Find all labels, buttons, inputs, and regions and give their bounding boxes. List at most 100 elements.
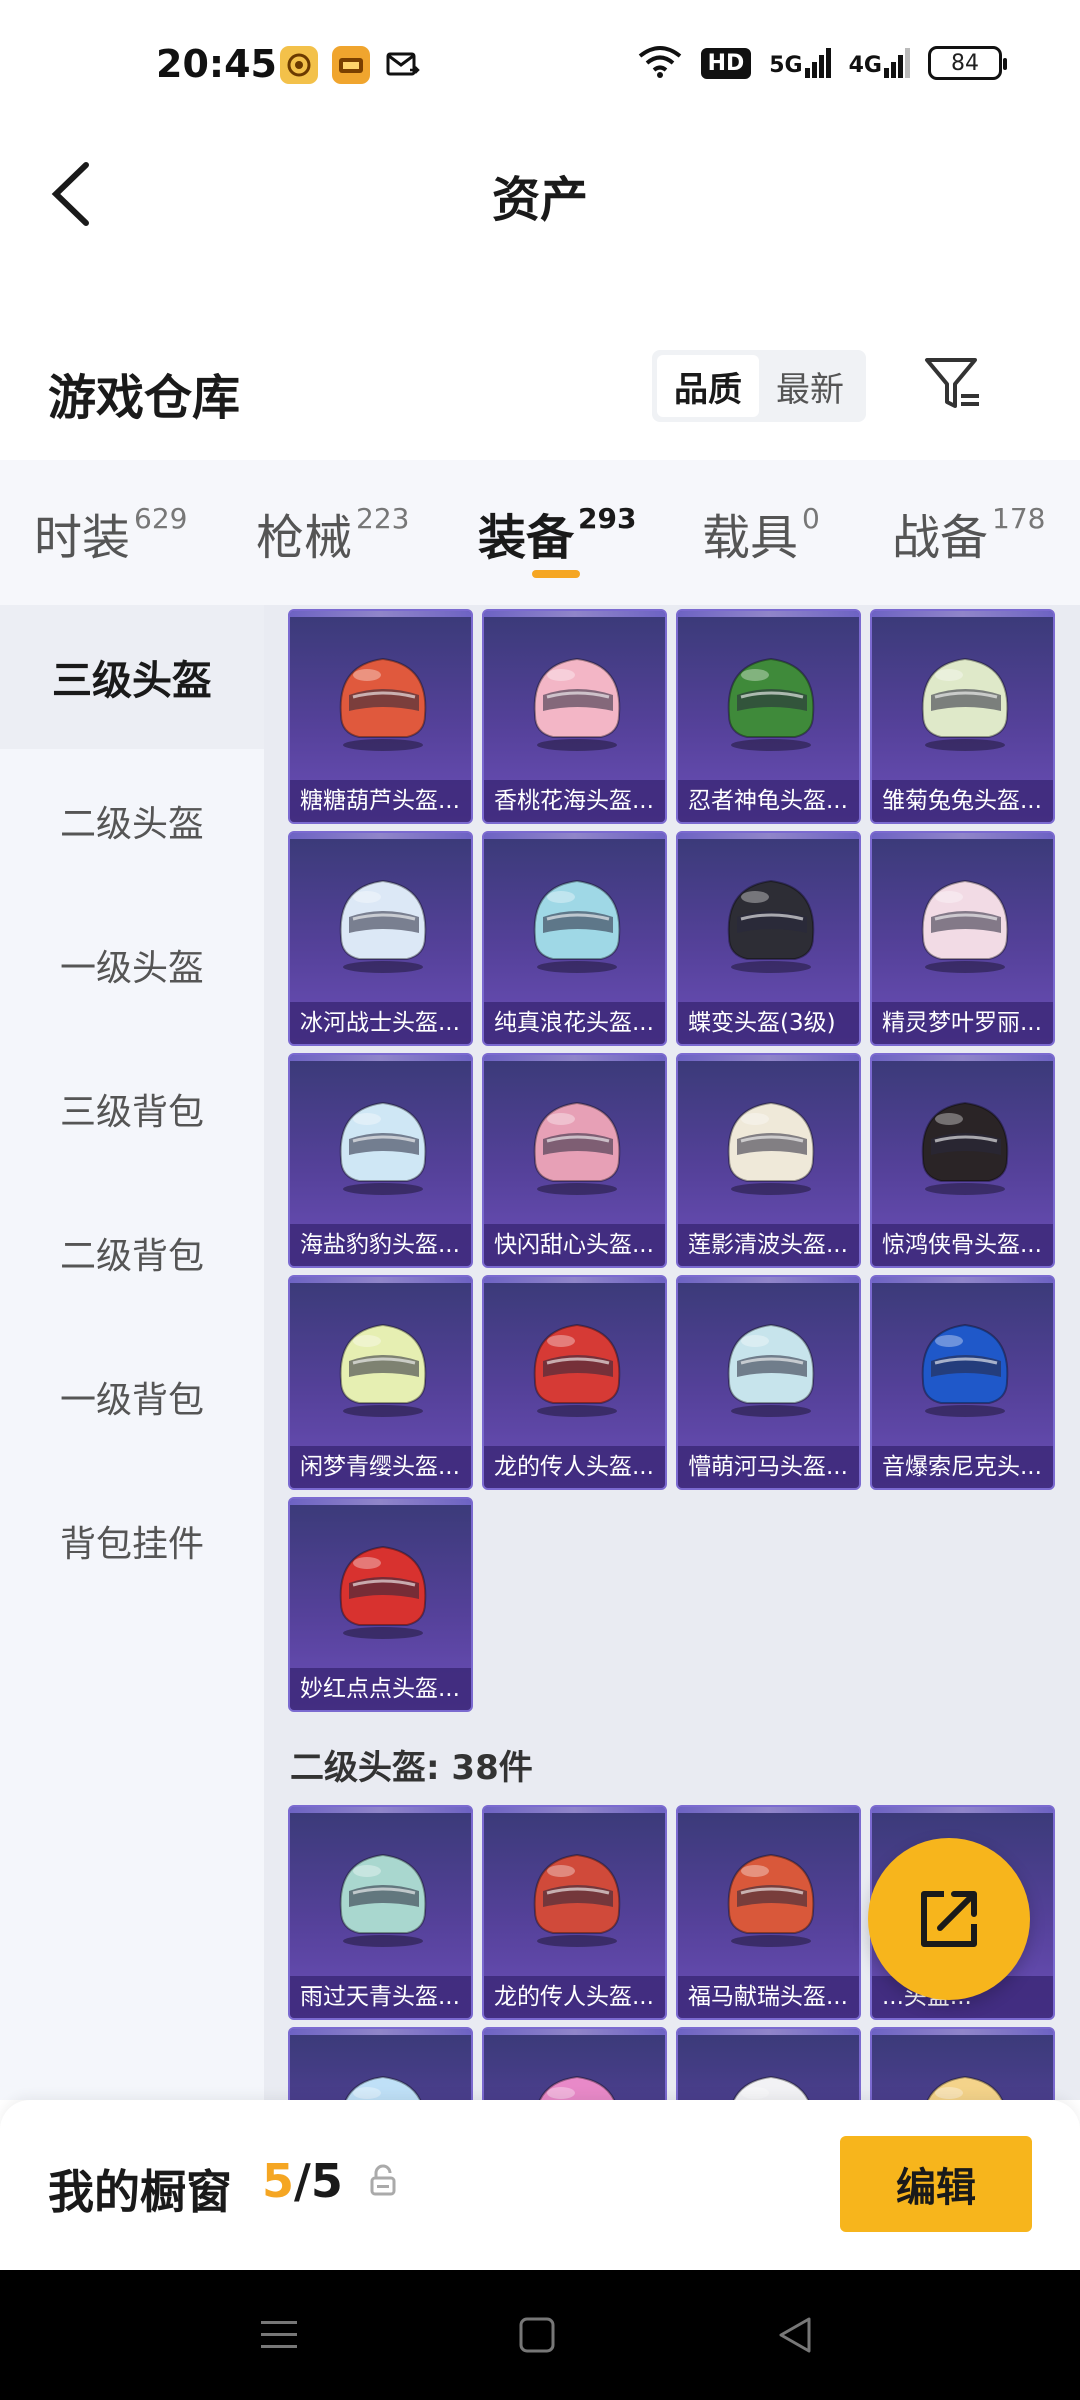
- item-name: 精灵梦叶罗丽...: [872, 1002, 1053, 1044]
- item-name: 妙红点点头盔...: [290, 1668, 471, 1710]
- helmet-icon: [533, 1101, 621, 1195]
- item-name: 雏菊兔兔头盔...: [872, 780, 1053, 822]
- helmet-icon: [538, 2075, 616, 2100]
- sidebar-item-lvl1-backpack[interactable]: 一级背包: [0, 1325, 264, 1469]
- battery-icon: 84: [928, 46, 1007, 80]
- filter-icon: [925, 358, 979, 408]
- message-icon: [384, 46, 422, 84]
- game-notification-icon: [332, 46, 370, 84]
- helmet-icon: [339, 1101, 427, 1195]
- item-card[interactable]: 忍者神龟头盔...: [676, 609, 861, 824]
- tab-supplies[interactable]: 战备 178: [892, 498, 1045, 568]
- signal-5g-icon: 5G: [769, 48, 831, 78]
- sort-by-quality[interactable]: 品质: [657, 355, 759, 417]
- item-name: 莲影清波头盔...: [678, 1224, 859, 1266]
- tab-vehicles[interactable]: 载具 0: [702, 498, 820, 568]
- warehouse-title: 游戏仓库: [48, 370, 241, 426]
- sidebar-item-lvl3-backpack[interactable]: 三级背包: [0, 1037, 264, 1181]
- item-card[interactable]: 雏菊兔兔头盔...: [870, 609, 1055, 824]
- item-name: 福马献瑞头盔...: [678, 1976, 859, 2018]
- item-card[interactable]: 惊鸿侠骨头盔...: [870, 1053, 1055, 1268]
- item-card[interactable]: 闲梦青缨头盔...: [288, 1275, 473, 1490]
- item-card[interactable]: 龙的传人头盔...: [482, 1805, 667, 2020]
- showcase-count: 5/5: [262, 2154, 343, 2208]
- top-header: 资产: [0, 130, 1080, 260]
- back-triangle-icon: [779, 2317, 811, 2353]
- item-card[interactable]: 快闪甜心头盔...: [482, 1053, 667, 1268]
- helmet-icon: [727, 1853, 815, 1947]
- item-card[interactable]: 海盐豹豹头盔...: [288, 1053, 473, 1268]
- item-card[interactable]: 雨过天青头盔...: [288, 1805, 473, 2020]
- item-card[interactable]: 莲影清波头盔...: [676, 1053, 861, 1268]
- item-card[interactable]: 纯真浪花头盔...: [482, 831, 667, 1046]
- showcase-bar: 我的橱窗 5/5 编辑: [0, 2100, 1080, 2270]
- helmet-icon: [727, 879, 815, 973]
- item-card[interactable]: 福马献瑞头盔...: [676, 1805, 861, 2020]
- item-card[interactable]: 糖糖葫芦头盔...: [288, 609, 473, 824]
- sidebar-item-lvl2-helmet[interactable]: 二级头盔: [0, 749, 264, 893]
- sidebar-item-backpack-charm[interactable]: 背包挂件: [0, 1469, 264, 1613]
- lock-icon: [370, 2164, 396, 2196]
- helmet-icon: [344, 2075, 422, 2100]
- share-export-icon: [921, 1891, 977, 1947]
- home-square-icon: [519, 2317, 555, 2353]
- sidebar-item-lvl3-helmet[interactable]: 三级头盔: [0, 605, 264, 749]
- tab-fashion[interactable]: 时装 629: [34, 498, 187, 568]
- showcase-title: 我的橱窗: [48, 2165, 232, 2219]
- item-name: 忍者神龟头盔...: [678, 780, 859, 822]
- helmet-icon: [533, 1853, 621, 1947]
- wifi-icon: [637, 44, 683, 82]
- item-card[interactable]: 懵萌河马头盔...: [676, 1275, 861, 1490]
- sort-toggle: 品质 最新: [652, 350, 866, 422]
- item-card[interactable]: 音爆索尼克头...: [870, 1275, 1055, 1490]
- sidebar-item-lvl1-helmet[interactable]: 一级头盔: [0, 893, 264, 1037]
- item-card[interactable]: [676, 2027, 861, 2100]
- helmet-icon: [339, 1545, 427, 1639]
- status-time: 20:45: [156, 42, 277, 86]
- item-name: 音爆索尼克头...: [872, 1446, 1053, 1488]
- item-name: 海盐豹豹头盔...: [290, 1224, 471, 1266]
- helmet-icon: [727, 1101, 815, 1195]
- tab-equipment[interactable]: 装备 293: [478, 498, 636, 568]
- helmet-icon: [533, 879, 621, 973]
- system-nav-bar: [0, 2270, 1080, 2400]
- page-title: 资产: [491, 172, 588, 228]
- filter-button[interactable]: [920, 352, 986, 418]
- menu-icon: [261, 2321, 297, 2348]
- back-nav-button[interactable]: [770, 2310, 820, 2360]
- item-card[interactable]: [482, 2027, 667, 2100]
- category-tabs: 时装 629 枪械 223 装备 293 载具 0 战备 178: [0, 460, 1080, 605]
- menu-nav-button[interactable]: [254, 2310, 304, 2360]
- item-card[interactable]: 蝶变头盔(3级): [676, 831, 861, 1046]
- helmet-icon: [533, 657, 621, 751]
- item-card[interactable]: 冰河战士头盔...: [288, 831, 473, 1046]
- edit-showcase-button[interactable]: 编辑: [840, 2136, 1032, 2232]
- section-label-lvl2-helmet: 二级头盔: 38件: [290, 1748, 533, 1788]
- item-card[interactable]: 龙的传人头盔...: [482, 1275, 667, 1490]
- home-nav-button[interactable]: [512, 2310, 562, 2360]
- item-name: 龙的传人头盔...: [484, 1976, 665, 2018]
- item-card[interactable]: [288, 2027, 473, 2100]
- tab-guns[interactable]: 枪械 223: [256, 498, 409, 568]
- helmet-icon: [727, 657, 815, 751]
- item-name: 纯真浪花头盔...: [484, 1002, 665, 1044]
- item-card[interactable]: 香桃花海头盔...: [482, 609, 667, 824]
- subcategory-sidebar: 三级头盔 二级头盔 一级头盔 三级背包 二级背包 一级背包 背包挂件: [0, 605, 264, 2100]
- helmet-icon: [921, 1101, 1009, 1195]
- hd-voice-icon: HD: [700, 47, 752, 79]
- item-name: 蝶变头盔(3级): [678, 1002, 859, 1044]
- sidebar-item-lvl2-backpack[interactable]: 二级背包: [0, 1181, 264, 1325]
- helmet-icon: [921, 1323, 1009, 1417]
- item-name: 快闪甜心头盔...: [484, 1224, 665, 1266]
- item-card[interactable]: 妙红点点头盔...: [288, 1497, 473, 1712]
- warehouse-header: 游戏仓库 品质 最新: [0, 330, 1080, 450]
- sort-by-newest[interactable]: 最新: [759, 355, 861, 417]
- helmet-icon: [921, 879, 1009, 973]
- item-card[interactable]: [870, 2027, 1055, 2100]
- item-name: 龙的传人头盔...: [484, 1446, 665, 1488]
- item-name: 闲梦青缨头盔...: [290, 1446, 471, 1488]
- item-card[interactable]: 精灵梦叶罗丽...: [870, 831, 1055, 1046]
- item-name: 香桃花海头盔...: [484, 780, 665, 822]
- helmet-icon: [727, 1323, 815, 1417]
- share-button[interactable]: [868, 1838, 1030, 2000]
